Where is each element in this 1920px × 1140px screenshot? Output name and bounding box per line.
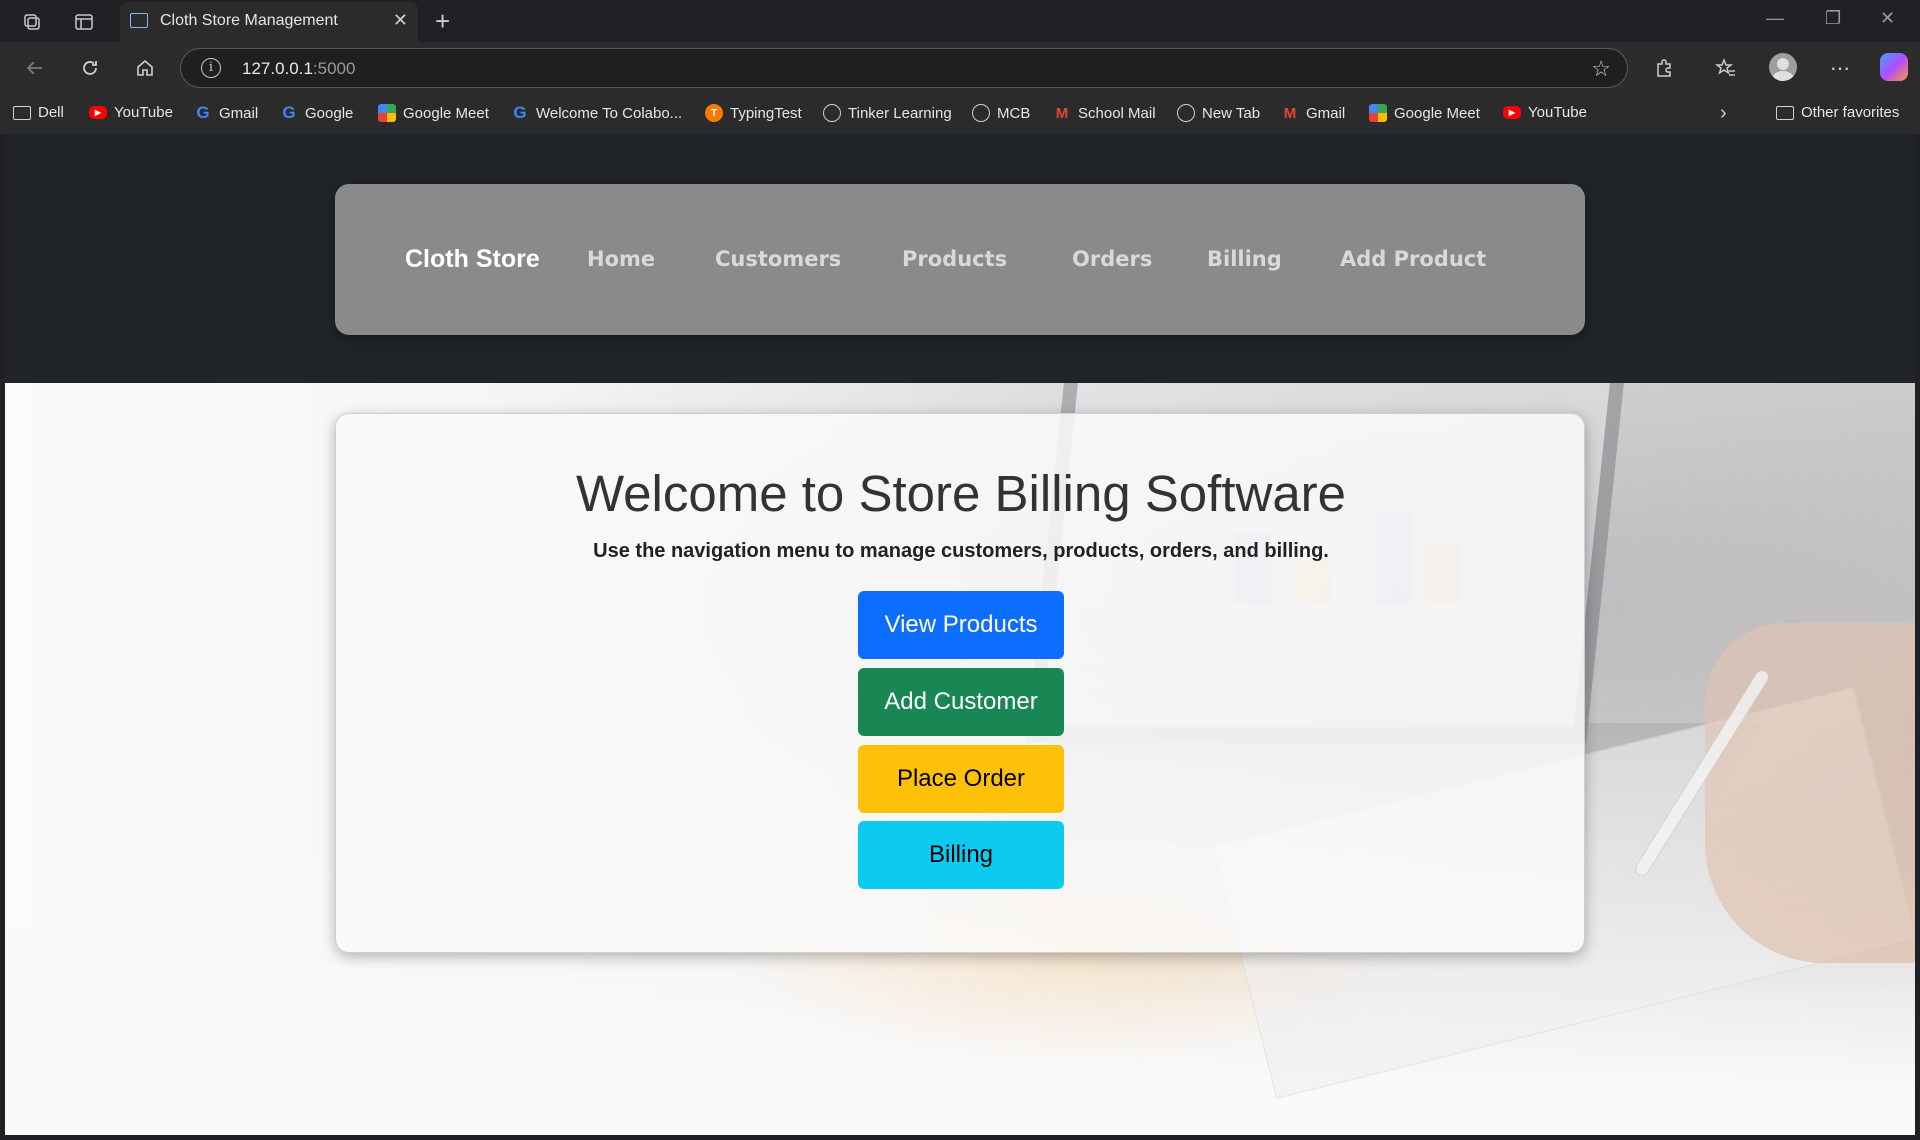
bookmark-school-mail[interactable]: M School Mail [1053,104,1156,122]
gmail-icon: M [1283,104,1297,122]
globe-icon [823,104,841,122]
bookmark-other-favorites[interactable]: Other favorites [1776,104,1899,121]
billing-button[interactable]: Billing [858,821,1064,889]
browser-toolbar: i 127.0.0.1:5000 ☆ ⋯ [0,42,1920,94]
folder-icon [13,105,31,120]
url-text: 127.0.0.1:5000 [242,59,356,78]
home-icon[interactable] [131,54,159,82]
favorite-star-icon[interactable]: ☆ [1591,56,1611,82]
page-title: Welcome to Store Billing Software [575,465,1347,522]
extensions-icon[interactable] [1650,54,1678,82]
tab-title: Cloth Store Management [160,12,338,29]
bookmark-google[interactable]: G Google [280,103,353,122]
youtube-icon: ▶ [1503,106,1521,119]
hand-illustration [1705,623,1915,963]
chevron-right-icon[interactable]: › [1720,102,1727,125]
bookmark-new-tab[interactable]: New Tab [1177,104,1260,122]
nav-add-product[interactable]: Add Product [1340,247,1486,271]
brand-link[interactable]: Cloth Store [405,245,540,274]
bookmark-gmail[interactable]: G Gmail [194,103,258,122]
page-subtitle: Use the navigation menu to manage custom… [593,540,1329,562]
bookmarks-bar: Dell ▶ YouTube G Gmail G Google Google Meet… [0,94,1920,134]
bookmark-google-meet-2[interactable]: Google Meet [1369,104,1480,122]
youtube-icon: ▶ [89,106,107,119]
site-info-icon[interactable]: i [201,58,221,78]
bookmark-gmail-2[interactable]: M Gmail [1281,104,1345,122]
more-menu-icon[interactable]: ⋯ [1826,54,1854,82]
nav-home[interactable]: Home [587,247,655,271]
nav-orders[interactable]: Orders [1072,247,1152,271]
welcome-card: Welcome to Store Billing Software Use th… [335,413,1585,953]
bookmark-youtube-2[interactable]: ▶ YouTube [1503,104,1587,121]
browser-tab-active[interactable]: Cloth Store Management ✕ [120,2,418,42]
globe-icon [1177,104,1195,122]
web-page: Cloth Store Home Customers Products Orde… [5,134,1915,1135]
bookmark-dell[interactable]: Dell [13,104,64,121]
add-customer-button[interactable]: Add Customer [858,668,1064,736]
bookmark-tinker-learning[interactable]: Tinker Learning [823,104,952,122]
gmail-icon: M [1055,104,1069,122]
nav-billing[interactable]: Billing [1207,247,1282,271]
bookmark-youtube[interactable]: ▶ YouTube [89,104,173,121]
tab-close-icon[interactable]: ✕ [393,10,408,31]
view-products-button[interactable]: View Products [858,591,1064,659]
google-icon: G [513,103,527,122]
bookmark-google-meet[interactable]: Google Meet [378,104,489,122]
nav-products[interactable]: Products [902,247,1007,271]
place-order-button[interactable]: Place Order [858,745,1064,813]
nav-customers[interactable]: Customers [715,247,841,271]
workspaces-icon[interactable] [20,10,44,34]
vertical-tabs-icon[interactable] [72,10,96,34]
bookmark-colab[interactable]: G Welcome To Colabo... [511,103,682,122]
back-icon[interactable] [21,54,49,82]
page-header: Cloth Store Home Customers Products Orde… [5,134,1915,383]
minimize-icon[interactable]: — [1766,8,1784,29]
typingtest-icon: T [705,104,723,122]
browser-tab-bar: Cloth Store Management ✕ + — ❐ ✕ [0,0,1920,42]
favorites-icon[interactable] [1712,54,1740,82]
bookmark-typingtest[interactable]: T TypingTest [705,104,802,122]
folder-icon [1776,105,1794,120]
new-tab-icon[interactable]: + [435,6,450,37]
window-close-icon[interactable]: ✕ [1880,8,1895,29]
copilot-icon[interactable] [1880,53,1908,81]
globe-icon [972,104,990,122]
google-icon: G [282,103,296,122]
navbar: Cloth Store Home Customers Products Orde… [335,184,1585,335]
reload-icon[interactable] [76,54,104,82]
bookmark-mcb[interactable]: MCB [972,104,1030,122]
google-meet-icon [1369,104,1387,122]
page-favicon-icon [130,13,148,28]
address-bar[interactable]: i 127.0.0.1:5000 ☆ [180,48,1628,88]
profile-avatar[interactable] [1769,53,1797,81]
google-meet-icon [378,104,396,122]
restore-icon[interactable]: ❐ [1825,8,1841,29]
google-icon: G [196,103,210,122]
